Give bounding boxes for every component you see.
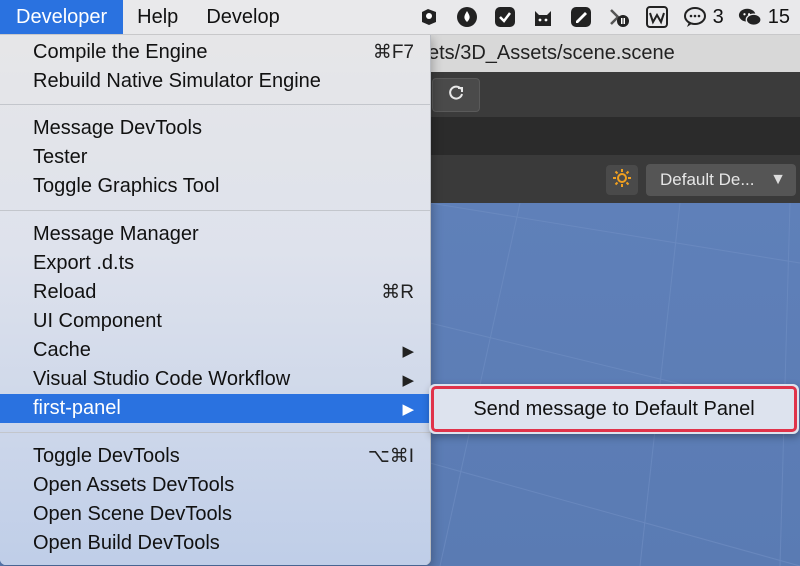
puzzle-app-icon[interactable] xyxy=(417,5,441,29)
submenu-arrow-icon: ▶ xyxy=(402,400,414,418)
shortcut-label: ⌘R xyxy=(381,282,414,303)
wechat-badge-count: 15 xyxy=(767,5,790,28)
menu-item-open-scene-devtools[interactable]: Open Scene DevTools xyxy=(0,500,430,529)
chat-icon[interactable] xyxy=(683,5,707,29)
menu-item-message-devtools[interactable]: Message DevTools xyxy=(0,114,430,143)
menu-help[interactable]: Help xyxy=(123,0,192,34)
menu-item-export-dts[interactable]: Export .d.ts xyxy=(0,249,430,278)
shortcut-label: ⌥⌘I xyxy=(367,446,414,467)
menu-item-toggle-graphics[interactable]: Toggle Graphics Tool xyxy=(0,172,430,201)
dropdown-arrow-icon: ▼ xyxy=(770,171,786,188)
developer-menu: Compile the Engine ⌘F7 Rebuild Native Si… xyxy=(0,34,431,565)
cat-app-icon[interactable] xyxy=(531,5,555,29)
menu-item-open-assets-devtools[interactable]: Open Assets DevTools xyxy=(0,471,430,500)
menu-item-toggle-devtools[interactable]: Toggle DevTools ⌥⌘I xyxy=(0,442,430,471)
refresh-icon xyxy=(447,84,465,107)
layout-select[interactable]: Default De... ▼ xyxy=(646,164,796,196)
menu-develop[interactable]: Develop xyxy=(192,0,293,34)
status-tray: 3 15 xyxy=(417,0,790,34)
menu-item-ui-component[interactable]: UI Component xyxy=(0,307,430,336)
scene-path: sets/3D_Assets/scene.scene xyxy=(418,42,675,64)
menu-item-rebuild-simulator[interactable]: Rebuild Native Simulator Engine xyxy=(0,67,430,96)
lighting-toggle-button[interactable] xyxy=(606,165,638,195)
menu-item-compile-engine[interactable]: Compile the Engine ⌘F7 xyxy=(0,38,430,67)
menu-item-cache[interactable]: Cache ▶ xyxy=(0,336,430,365)
wps-app-icon[interactable] xyxy=(645,5,669,29)
check-app-icon[interactable] xyxy=(493,5,517,29)
menu-developer[interactable]: Developer xyxy=(0,0,124,34)
shortcut-label: ⌘F7 xyxy=(372,42,414,63)
wechat-icon[interactable] xyxy=(738,5,762,29)
menu-item-send-message[interactable]: Send message to Default Panel xyxy=(429,384,799,434)
menu-separator xyxy=(0,432,430,433)
transfer-app-icon[interactable] xyxy=(607,5,631,29)
menu-item-reload[interactable]: Reload ⌘R xyxy=(0,278,430,307)
submenu-arrow-icon: ▶ xyxy=(402,342,414,360)
chat-badge-count: 3 xyxy=(712,5,724,28)
menu-item-vscode-workflow[interactable]: Visual Studio Code Workflow ▶ xyxy=(0,365,430,394)
menu-separator xyxy=(0,104,430,105)
menu-item-open-build-devtools[interactable]: Open Build DevTools xyxy=(0,529,430,558)
menu-item-tester[interactable]: Tester xyxy=(0,143,430,172)
sun-icon xyxy=(612,168,632,193)
note-app-icon[interactable] xyxy=(569,5,593,29)
menu-bar: Developer Help Develop 3 15 xyxy=(0,0,800,35)
drop-app-icon[interactable] xyxy=(455,5,479,29)
layout-select-value: Default De... xyxy=(660,170,755,189)
refresh-button[interactable] xyxy=(432,78,480,112)
first-panel-submenu: Send message to Default Panel xyxy=(429,384,799,434)
menu-item-message-manager[interactable]: Message Manager xyxy=(0,220,430,249)
submenu-arrow-icon: ▶ xyxy=(402,371,414,389)
menu-item-first-panel[interactable]: first-panel ▶ xyxy=(0,394,430,423)
menu-separator xyxy=(0,210,430,211)
